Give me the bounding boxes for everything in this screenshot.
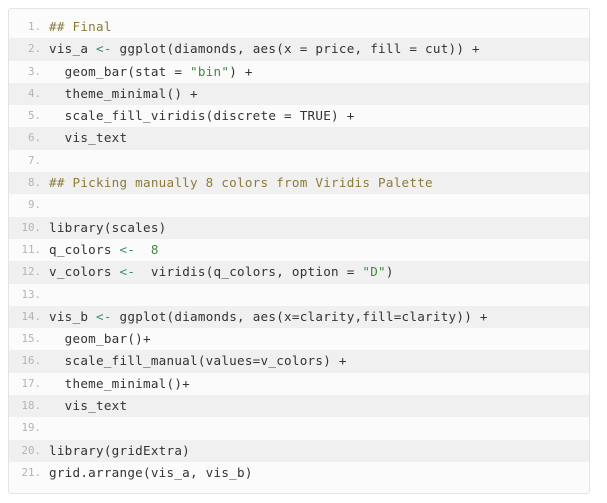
code-token-plain: vis_text <box>49 398 128 414</box>
code-token-plain: grid.arrange(vis_a, vis_b) <box>49 464 253 480</box>
line-number: 14. <box>21 309 41 323</box>
code-token-plain: vis_text <box>49 130 128 146</box>
line-number: 19. <box>21 421 41 435</box>
code-block-card: 1. ## Final 2. vis_a <- ggplot(diamonds, ae… <box>8 8 590 494</box>
line-number: 8. <box>27 176 41 190</box>
line-number: 12. <box>21 265 41 279</box>
code-token-plain: vis_a <box>49 41 97 57</box>
line-number: 2. <box>27 42 41 56</box>
code-token-string: "D" <box>362 264 386 280</box>
code-token-assign: <- <box>96 308 112 324</box>
code-line-text: theme_minimal() + <box>49 86 198 101</box>
code-line-text: geom_bar(stat = "bin") + <box>49 64 253 79</box>
code-token-number: 8 <box>150 241 159 257</box>
code-token-plain: scale_fill_manual(values=v_colors) + <box>49 353 347 369</box>
code-line[interactable]: 20. library(gridExtra) <box>9 439 589 462</box>
line-number: 3. <box>27 64 41 78</box>
code-token-plain: library(scales) <box>49 219 167 235</box>
code-token-string: "bin" <box>190 63 230 79</box>
code-token-plain: vis_b <box>49 308 97 324</box>
code-token-plain: theme_minimal() + <box>49 85 198 101</box>
code-line-text: scale_fill_manual(values=v_colors) + <box>49 353 347 368</box>
line-number: 5. <box>27 109 41 123</box>
line-number: 21. <box>21 465 41 479</box>
code-token-plain: geom_bar()+ <box>49 331 151 347</box>
code-line-text: geom_bar()+ <box>49 331 151 346</box>
code-line[interactable]: 17. theme_minimal()+ <box>9 373 589 395</box>
code-token-plain: q_colors <box>49 241 120 257</box>
code-line[interactable]: 14. vis_b <- ggplot(diamonds, aes(x=clari… <box>9 305 589 329</box>
code-line-text: library(gridExtra) <box>49 443 190 458</box>
code-line-text: q_colors <- 8 <box>49 242 159 257</box>
line-number: 10. <box>21 220 41 234</box>
code-line[interactable]: 6. vis_text <box>9 127 589 150</box>
code-line[interactable]: 1. ## Final <box>9 16 589 38</box>
code-token-plain: ) + <box>229 63 253 79</box>
code-line[interactable]: 10. library(scales) <box>9 216 589 239</box>
code-token-plain: library(gridExtra) <box>49 442 191 458</box>
code-token-plain: theme_minimal()+ <box>49 375 191 391</box>
line-number: 15. <box>21 332 41 346</box>
code-line-text: scale_fill_viridis(discrete = TRUE) + <box>49 108 355 123</box>
code-line-text: ## Final <box>49 19 112 34</box>
code-token-plain: ) + <box>331 108 355 124</box>
code-token-comment: ## Final <box>49 19 112 34</box>
code-line[interactable]: 7. <box>9 150 589 172</box>
code-token-plain: geom_bar(stat = <box>49 63 191 79</box>
code-line[interactable]: 2. vis_a <- ggplot(diamonds, aes(x = pric… <box>9 38 589 61</box>
code-line[interactable]: 5. scale_fill_viridis(discrete = TRUE) + <box>9 105 589 127</box>
line-number: 17. <box>21 376 41 390</box>
code-line[interactable]: 3. geom_bar(stat = "bin") + <box>9 61 589 83</box>
code-line[interactable]: 13. <box>9 284 589 306</box>
code-token-assign: <- <box>119 264 136 280</box>
line-number: 6. <box>27 131 41 145</box>
code-line[interactable]: 21. grid.arrange(vis_a, vis_b) <box>9 462 589 484</box>
code-line[interactable]: 9. <box>9 194 589 216</box>
line-number: 13. <box>21 287 41 301</box>
code-token-plain: scale_fill_viridis(discrete = <box>49 108 300 124</box>
code-line-text: vis_text <box>49 130 127 145</box>
code-line-list: 1. ## Final 2. vis_a <- ggplot(diamonds, ae… <box>9 9 589 484</box>
code-line[interactable]: 16. scale_fill_manual(values=v_colors) + <box>9 350 589 373</box>
code-token-plain: viridis(q_colors, option = <box>135 264 363 280</box>
code-token-plain: v_colors <box>49 264 120 280</box>
code-line[interactable]: 18. vis_text <box>9 395 589 418</box>
code-line[interactable]: 4. theme_minimal() + <box>9 82 589 106</box>
code-line-text: v_colors <- viridis(q_colors, option = "… <box>49 264 394 279</box>
line-number: 9. <box>27 198 41 212</box>
code-token-plain: ggplot(diamonds, aes(x=clarity,fill=clar… <box>111 308 488 324</box>
code-token-const: TRUE <box>299 108 332 124</box>
code-token-plain: ) <box>385 264 394 280</box>
code-token-plain: ggplot(diamonds, aes(x = price, fill = c… <box>111 41 480 57</box>
line-number: 1. <box>27 20 41 33</box>
code-line-text: library(scales) <box>49 220 167 235</box>
code-line-text: vis_a <- ggplot(diamonds, aes(x = price,… <box>49 41 480 56</box>
code-line-text: grid.arrange(vis_a, vis_b) <box>49 465 253 480</box>
code-line[interactable]: 15. geom_bar()+ <box>9 328 589 350</box>
line-number: 18. <box>21 399 41 413</box>
line-number: 20. <box>21 443 41 457</box>
line-number: 4. <box>27 86 41 100</box>
code-token-comment: ## Picking manually 8 colors from Viridi… <box>49 175 433 191</box>
code-line[interactable]: 19. <box>9 417 589 439</box>
code-line-text: theme_minimal()+ <box>49 376 190 391</box>
code-line[interactable]: 12. v_colors <- viridis(q_colors, option … <box>9 261 589 284</box>
line-number: 16. <box>21 354 41 368</box>
line-number: 7. <box>27 153 41 167</box>
code-line-text: vis_b <- ggplot(diamonds, aes(x=clarity,… <box>49 309 488 324</box>
code-token-assign: <- <box>96 41 112 57</box>
code-line[interactable]: 8. ## Picking manually 8 colors from Viri… <box>9 172 589 195</box>
code-token-assign: <- <box>119 241 136 257</box>
code-line-text: vis_text <box>49 398 127 413</box>
line-number: 11. <box>21 242 41 256</box>
code-line-text: ## Picking manually 8 colors from Viridi… <box>49 175 433 190</box>
code-line[interactable]: 11. q_colors <- 8 <box>9 239 589 261</box>
